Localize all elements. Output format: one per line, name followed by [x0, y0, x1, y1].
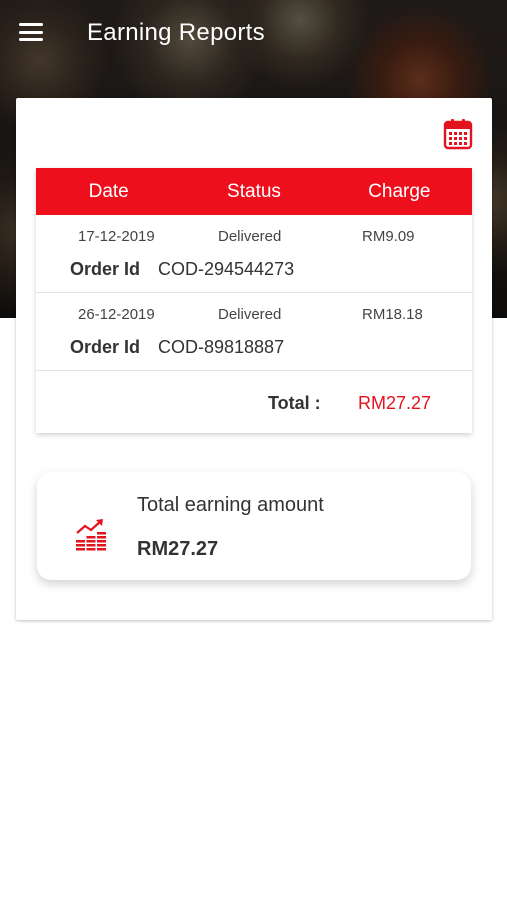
order-id-label: Order Id [70, 337, 141, 357]
earnings-table: Date Status Charge 17-12-2019 Delivered … [36, 168, 472, 433]
total-label: Total : [268, 393, 321, 413]
total-value: RM27.27 [358, 393, 432, 413]
report-panel: Date Status Charge 17-12-2019 Delivered … [16, 98, 492, 620]
row-status: Delivered [218, 228, 282, 245]
order-id-label: Order Id [70, 259, 141, 279]
table-row[interactable]: 17-12-2019 Delivered RM9.09 Order Id COD… [36, 215, 472, 293]
calendar-icon[interactable] [443, 118, 473, 150]
order-id-value: COD-89818887 [158, 337, 285, 357]
page-title: Earning Reports [87, 19, 265, 46]
order-id-value: COD-294544273 [158, 259, 295, 279]
row-date: 17-12-2019 [78, 228, 155, 245]
total-earning-amount: RM27.27 [137, 538, 219, 560]
column-header-charge: Charge [368, 180, 431, 202]
column-header-date: Date [88, 180, 129, 202]
hamburger-menu-icon[interactable] [19, 21, 47, 43]
earnings-chart-icon [74, 518, 108, 552]
row-charge: RM18.18 [362, 306, 423, 323]
table-row[interactable]: 26-12-2019 Delivered RM18.18 Order Id CO… [36, 293, 472, 371]
column-header-status: Status [227, 180, 281, 202]
total-row: Total : RM27.27 [36, 371, 472, 433]
row-charge: RM9.09 [362, 228, 415, 245]
total-earning-card: Total earning amount RM27.27 [37, 472, 471, 580]
row-date: 26-12-2019 [78, 306, 155, 323]
app-bar: Earning Reports [0, 0, 507, 66]
row-status: Delivered [218, 306, 282, 323]
total-earning-title: Total earning amount [137, 494, 324, 516]
table-header: Date Status Charge [36, 168, 472, 215]
